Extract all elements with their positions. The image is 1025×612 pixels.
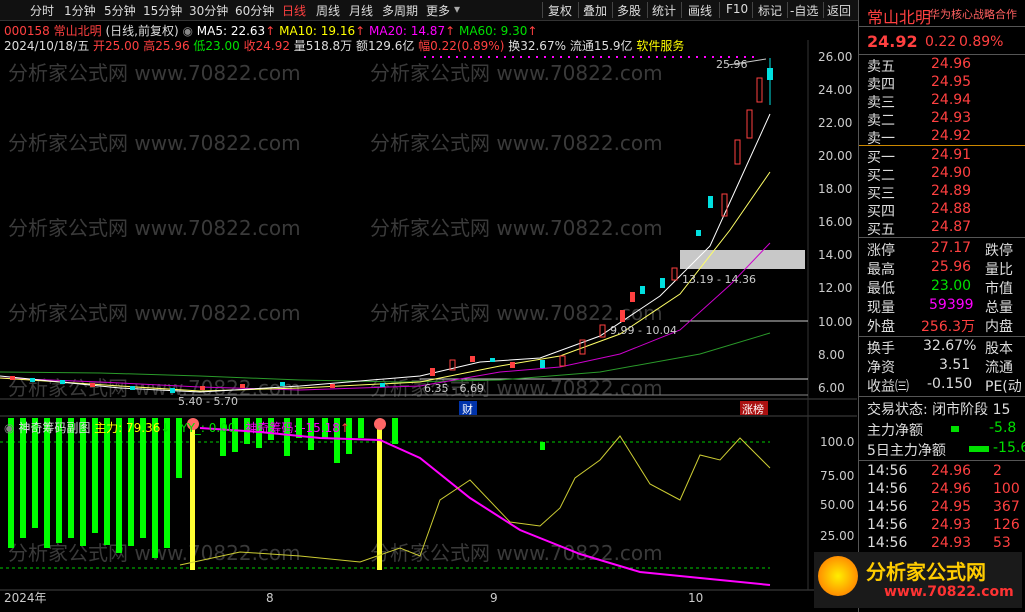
- indicator-toggle-icon[interactable]: ◉: [182, 24, 192, 38]
- svg-text:分析家公式网 www.70822.com: 分析家公式网 www.70822.com: [8, 216, 301, 240]
- tab-more[interactable]: 更多: [426, 2, 450, 19]
- tab-5min[interactable]: 5分钟: [104, 2, 136, 19]
- tab-fenshi[interactable]: 分时: [30, 2, 54, 19]
- multi-stock-button[interactable]: 多股: [617, 2, 641, 19]
- svg-text:16.00: 16.00: [818, 215, 852, 229]
- indicator-toggle-icon[interactable]: ◉: [4, 421, 14, 435]
- main-force-bars: [8, 418, 545, 558]
- tab-weekly[interactable]: 周线: [316, 2, 340, 19]
- svg-text:分析家公式网 www.70822.com: 分析家公式网 www.70822.com: [370, 61, 663, 85]
- site-logo: 分析家公式网 www.70822.com: [814, 552, 1022, 608]
- svg-text:分析家公式网 www.70822.com: 分析家公式网 www.70822.com: [370, 301, 663, 325]
- draw-line-button[interactable]: 画线: [688, 2, 712, 19]
- svg-text:10.00: 10.00: [818, 315, 852, 329]
- time-axis: 2024年 8 9 10: [4, 591, 703, 605]
- finance-marker[interactable]: 财: [462, 402, 473, 416]
- tab-60min[interactable]: 60分钟: [235, 2, 274, 19]
- resistance-zone-box: [680, 250, 805, 269]
- diamond-icon: [374, 418, 386, 430]
- svg-text:10: 10: [688, 591, 703, 605]
- svg-text:75.00: 75.00: [820, 469, 854, 483]
- zone2-label: 9.99 - 10.04: [610, 324, 677, 337]
- tab-multi-period[interactable]: 多周期: [382, 2, 418, 19]
- tab-30min[interactable]: 30分钟: [189, 2, 228, 19]
- overlay-button[interactable]: 叠加: [583, 2, 607, 19]
- svg-text:分析家公式网 www.70822.com: 分析家公式网 www.70822.com: [370, 541, 663, 565]
- svg-text:20.00: 20.00: [818, 149, 852, 163]
- trade-status: 交易状态: 闭市阶段 15: [867, 402, 1011, 418]
- svg-text:分析家公式网 www.70822.com: 分析家公式网 www.70822.com: [370, 131, 663, 155]
- svg-text:50.00: 50.00: [820, 498, 854, 512]
- fuquan-button[interactable]: 复权: [548, 2, 572, 19]
- stock-code-name[interactable]: 000158 常山北明: [4, 24, 102, 38]
- top-gainers-marker[interactable]: 涨榜: [742, 402, 764, 416]
- tab-daily[interactable]: 日线: [282, 2, 306, 19]
- more-dropdown-icon[interactable]: ▾: [454, 2, 460, 16]
- svg-text:分析家公式网 www.70822.com: 分析家公式网 www.70822.com: [8, 301, 301, 325]
- sub-axis: 100.0 75.00 50.00 25.00: [820, 435, 854, 543]
- subchart-legend: ◉ 神奇筹码副图 主力: 79.36↓ YY_: 0.00 神奇筹码: -15.…: [4, 421, 350, 435]
- zone3-label: 6.35 - 6.69: [424, 382, 484, 395]
- add-watchlist-button[interactable]: -自选: [790, 2, 818, 19]
- svg-text:26.00: 26.00: [818, 50, 852, 64]
- tab-15min[interactable]: 15分钟: [143, 2, 182, 19]
- signal-bar-2: [377, 420, 382, 570]
- svg-text:9: 9: [490, 591, 498, 605]
- svg-text:2024年: 2024年: [4, 591, 47, 605]
- ma10-line: [0, 171, 771, 392]
- svg-text:分析家公式网 www.70822.com: 分析家公式网 www.70822.com: [370, 376, 663, 400]
- quote-panel: 常山北明 华为核心战略合作 24.92 0.22 0.89% 卖五 24.96 卖…: [858, 0, 1025, 612]
- concept-tag: 华为核心战略合作: [929, 8, 1017, 21]
- zone4-label: 5.40 - 5.70: [178, 395, 238, 408]
- stats-button[interactable]: 统计: [652, 2, 676, 19]
- signal-bar-1: [190, 420, 195, 570]
- kline-chart[interactable]: 分析家公式网 www.70822.com 分析家公式网 www.70822.co…: [0, 20, 857, 612]
- svg-text:14.00: 14.00: [818, 248, 852, 262]
- svg-text:分析家公式网 www.70822.com: 分析家公式网 www.70822.com: [370, 216, 663, 240]
- svg-text:22.00: 22.00: [818, 116, 852, 130]
- high-price-label: 25.96: [716, 58, 748, 71]
- ma5-line: [0, 113, 771, 393]
- price-axis: 26.00 24.00 22.00 20.00 18.00 16.00 14.0…: [818, 50, 852, 395]
- back-button[interactable]: 返回: [827, 2, 851, 19]
- svg-text:分析家公式网 www.70822.com: 分析家公式网 www.70822.com: [8, 131, 301, 155]
- tab-1min[interactable]: 1分钟: [64, 2, 96, 19]
- svg-text:12.00: 12.00: [818, 281, 852, 295]
- svg-text:6.00: 6.00: [818, 381, 845, 395]
- svg-text:8: 8: [266, 591, 274, 605]
- f10-button[interactable]: F10: [726, 2, 748, 16]
- svg-text:25.00: 25.00: [820, 529, 854, 543]
- mark-button[interactable]: 标记: [758, 2, 782, 19]
- quote-summary: 2024/10/18/五 开25.00 高25.96 低23.00 收24.92…: [4, 39, 685, 53]
- price-change-pct: 0.89%: [959, 34, 1004, 50]
- svg-text:分析家公式网 www.70822.com: 分析家公式网 www.70822.com: [8, 61, 301, 85]
- tab-monthly[interactable]: 月线: [349, 2, 373, 19]
- svg-text:100.0: 100.0: [820, 435, 854, 449]
- svg-text:8.00: 8.00: [818, 348, 845, 362]
- zone1-label: 13.19 - 14.36: [682, 273, 756, 286]
- svg-text:24.00: 24.00: [818, 83, 852, 97]
- svg-text:18.00: 18.00: [818, 182, 852, 196]
